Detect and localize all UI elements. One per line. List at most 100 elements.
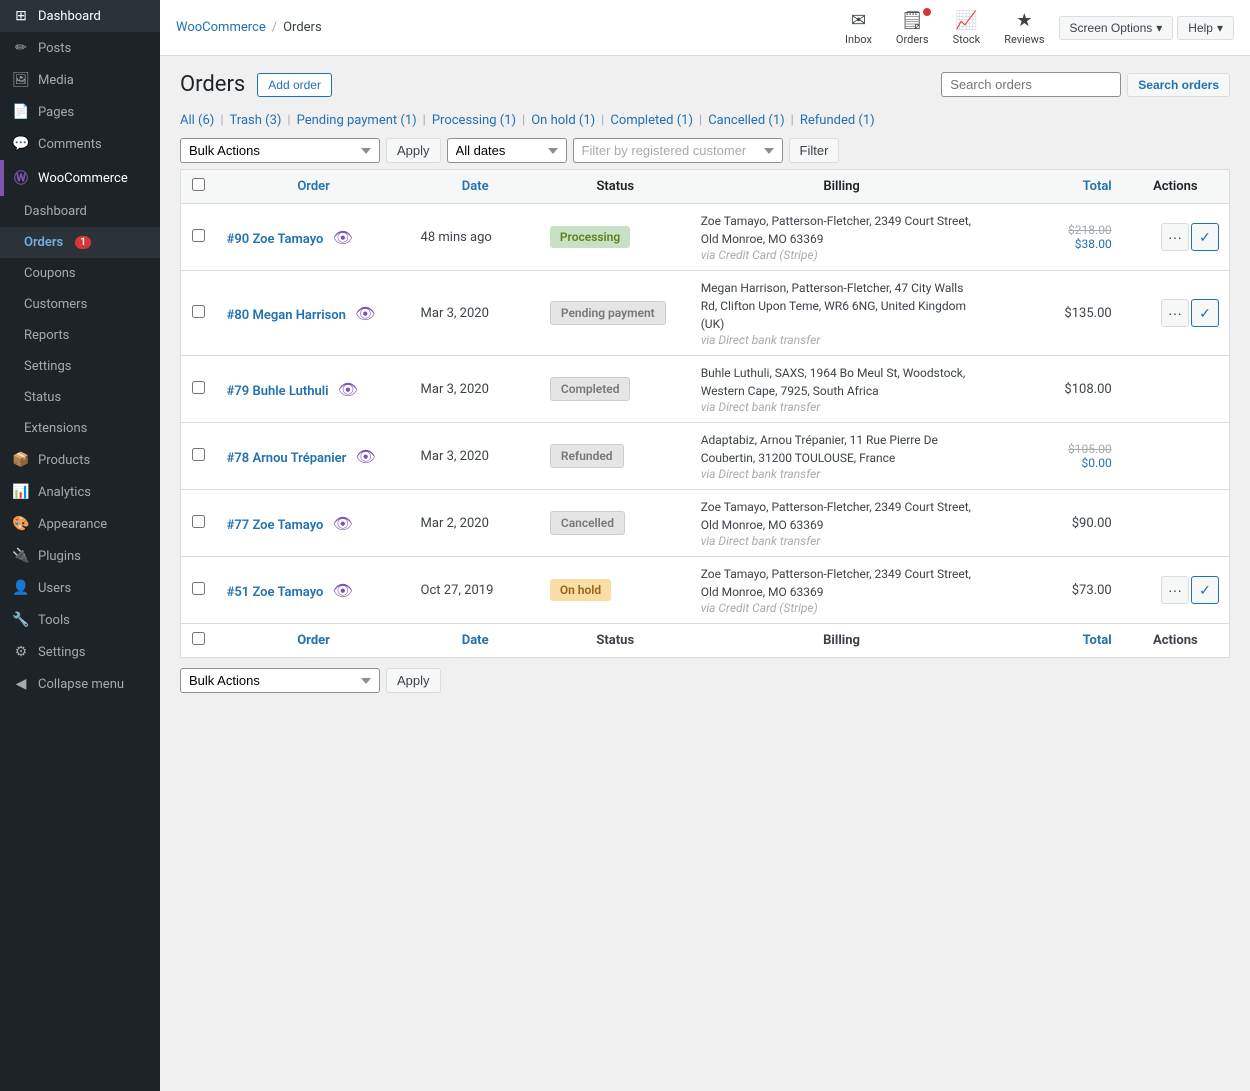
select-all-checkbox[interactable] <box>192 178 205 191</box>
tfoot-order[interactable]: Order <box>217 624 411 658</box>
orders-button[interactable]: 🗒 Orders <box>886 4 939 52</box>
sidebar-item-users[interactable]: 👤 Users <box>0 572 160 604</box>
sidebar-item-woo-dashboard[interactable]: Dashboard <box>0 196 160 227</box>
plugins-icon: 🔌 <box>12 548 30 564</box>
more-actions-button[interactable]: ··· <box>1161 299 1189 327</box>
tfoot-billing: Billing <box>691 624 993 658</box>
sidebar-item-appearance[interactable]: 🎨 Appearance <box>0 508 160 540</box>
sidebar-item-plugins[interactable]: 🔌 Plugins <box>0 540 160 572</box>
table-header: Order Date Status Billing Total <box>181 170 1230 204</box>
filter-pending[interactable]: Pending payment (1) <box>297 113 417 128</box>
customer-filter-select[interactable]: Filter by registered customerZoe TamayoM… <box>573 138 783 163</box>
order-link[interactable]: #90 Zoe Tamayo <box>227 232 324 247</box>
order-actions: ···✓ <box>1122 557 1230 624</box>
sidebar-item-posts[interactable]: ✏ Posts <box>0 32 160 64</box>
sidebar-item-label: Analytics <box>38 485 91 500</box>
complete-order-button[interactable]: ✓ <box>1191 223 1219 251</box>
sidebar-item-woo-settings[interactable]: Settings <box>0 351 160 382</box>
order-actions <box>1122 356 1230 423</box>
sidebar-item-tools[interactable]: 🔧 Tools <box>0 604 160 636</box>
row-checkbox[interactable] <box>192 582 205 595</box>
filter-button[interactable]: Filter <box>789 138 840 163</box>
sidebar-item-woocommerce[interactable]: Ⓦ WooCommerce <box>0 160 160 196</box>
th-status: Status <box>540 170 691 204</box>
search-orders-button[interactable]: Search orders <box>1127 73 1230 97</box>
date-filter-select[interactable]: All datesMarch 2020February 2020October … <box>447 138 567 163</box>
breadcrumb-woocommerce[interactable]: WooCommerce <box>176 20 266 35</box>
order-link[interactable]: #51 Zoe Tamayo <box>227 585 324 600</box>
sidebar-item-dashboard[interactable]: ⊞ Dashboard <box>0 0 160 32</box>
filter-trash[interactable]: Trash (3) <box>230 113 282 128</box>
search-orders-area: Search orders <box>941 72 1230 97</box>
filter-refunded[interactable]: Refunded (1) <box>800 113 875 128</box>
row-checkbox[interactable] <box>192 448 205 461</box>
sidebar-item-woo-customers[interactable]: Customers <box>0 289 160 320</box>
row-checkbox[interactable] <box>192 381 205 394</box>
row-checkbox[interactable] <box>192 305 205 318</box>
sidebar-item-woo-coupons[interactable]: Coupons <box>0 258 160 289</box>
order-link[interactable]: #78 Arnou Trépanier <box>227 451 347 466</box>
complete-order-button[interactable]: ✓ <box>1191 576 1219 604</box>
order-link[interactable]: #80 Megan Harrison <box>227 308 346 323</box>
bulk-actions-select[interactable]: Bulk ActionsMark processingMark on-holdM… <box>180 138 380 163</box>
inbox-label: Inbox <box>845 33 872 46</box>
view-order-icon[interactable]: 👁 <box>355 304 375 323</box>
sidebar-item-comments[interactable]: 💬 Comments <box>0 128 160 160</box>
apply-button-bottom[interactable]: Apply <box>386 668 441 693</box>
filter-completed[interactable]: Completed (1) <box>610 113 693 128</box>
sidebar-item-settings[interactable]: ⚙ Settings <box>0 636 160 668</box>
bottom-toolbar: Bulk ActionsMark processingMark on-holdM… <box>180 668 1230 693</box>
screen-options-button[interactable]: Screen Options ▾ <box>1059 16 1174 40</box>
sidebar-item-label: Settings <box>38 645 85 660</box>
tfoot-date[interactable]: Date <box>411 624 540 658</box>
filter-processing[interactable]: Processing (1) <box>432 113 516 128</box>
sidebar-item-woo-extensions[interactable]: Extensions <box>0 413 160 444</box>
sidebar-item-analytics[interactable]: 📊 Analytics <box>0 476 160 508</box>
view-order-icon[interactable]: 👁 <box>333 228 353 247</box>
sidebar-item-woo-status[interactable]: Status <box>0 382 160 413</box>
filter-links: All (6) | Trash (3) | Pending payment (1… <box>180 113 1230 128</box>
th-order[interactable]: Order <box>217 170 411 204</box>
woo-extensions-label: Extensions <box>24 421 87 436</box>
woo-status-label: Status <box>24 390 61 405</box>
tfoot-total[interactable]: Total <box>992 624 1121 658</box>
sidebar-item-woo-orders[interactable]: Orders 1 <box>0 227 160 258</box>
sidebar-item-pages[interactable]: 📄 Pages <box>0 96 160 128</box>
more-actions-button[interactable]: ··· <box>1161 223 1189 251</box>
filter-on-hold[interactable]: On hold (1) <box>531 113 595 128</box>
apply-button-top[interactable]: Apply <box>386 138 441 163</box>
view-order-icon[interactable]: 👁 <box>333 581 353 600</box>
search-orders-input[interactable] <box>941 72 1121 97</box>
row-checkbox[interactable] <box>192 229 205 242</box>
more-actions-button[interactable]: ··· <box>1161 576 1189 604</box>
sidebar-item-products[interactable]: 📦 Products <box>0 444 160 476</box>
sidebar-item-label: Pages <box>38 105 74 120</box>
sidebar-item-collapse[interactable]: ◀ Collapse menu <box>0 668 160 700</box>
view-order-icon[interactable]: 👁 <box>338 380 358 399</box>
add-order-button[interactable]: Add order <box>257 73 332 97</box>
filter-cancelled[interactable]: Cancelled (1) <box>708 113 784 128</box>
order-link[interactable]: #77 Zoe Tamayo <box>227 518 324 533</box>
topbar-actions: ✉ Inbox 🗒 Orders 📈 Stock ★ Reviews Scree… <box>835 4 1234 52</box>
select-all-footer-checkbox[interactable] <box>192 632 205 645</box>
sidebar-item-media[interactable]: 🖼 Media <box>0 64 160 96</box>
inbox-button[interactable]: ✉ Inbox <box>835 4 882 52</box>
comments-icon: 💬 <box>12 136 30 152</box>
view-order-icon[interactable]: 👁 <box>333 514 353 533</box>
complete-order-button[interactable]: ✓ <box>1191 299 1219 327</box>
reviews-button[interactable]: ★ Reviews <box>994 4 1054 52</box>
products-icon: 📦 <box>12 452 30 468</box>
th-total[interactable]: Total <box>992 170 1121 204</box>
view-order-icon[interactable]: 👁 <box>356 447 376 466</box>
order-link[interactable]: #79 Buhle Luthuli <box>227 384 329 399</box>
reviews-label: Reviews <box>1004 33 1044 46</box>
stock-button[interactable]: 📈 Stock <box>943 4 991 52</box>
th-date[interactable]: Date <box>411 170 540 204</box>
sidebar-item-label: WooCommerce <box>38 171 128 186</box>
bulk-actions-select-bottom[interactable]: Bulk ActionsMark processingMark on-holdM… <box>180 668 380 693</box>
sidebar-item-label: Collapse menu <box>38 677 124 692</box>
filter-all[interactable]: All (6) <box>180 113 214 128</box>
help-button[interactable]: Help ▾ <box>1177 16 1234 40</box>
row-checkbox[interactable] <box>192 515 205 528</box>
sidebar-item-woo-reports[interactable]: Reports <box>0 320 160 351</box>
